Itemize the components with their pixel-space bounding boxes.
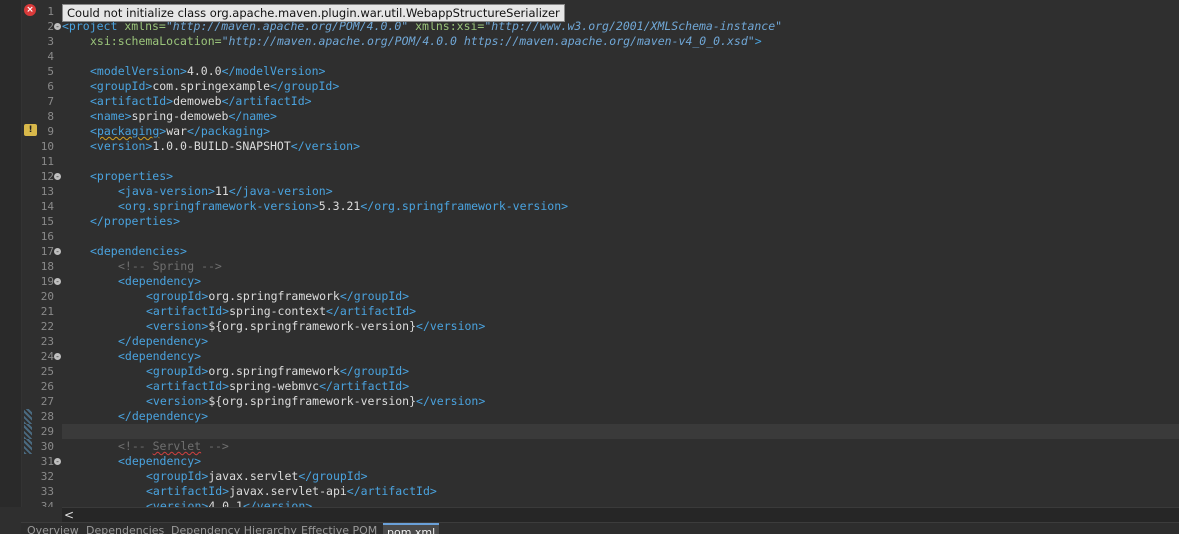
code-line: <version>4.0.1</version>	[146, 499, 313, 507]
line-number: 6	[47, 80, 54, 93]
line-number: 12-	[40, 170, 61, 183]
code-line: <version>${org.springframework-version}<…	[146, 319, 486, 333]
fold-icon[interactable]: -	[54, 278, 61, 286]
line-number: 30	[40, 440, 54, 453]
line-number: 24-	[40, 350, 61, 363]
fold-icon[interactable]: -	[54, 23, 61, 31]
line-number: 31-	[40, 455, 61, 468]
code-line: <groupId>org.springframework</groupId>	[146, 289, 410, 303]
code-line: <groupId>javax.servlet</groupId>	[146, 469, 368, 483]
code-line: <groupId>org.springframework</groupId>	[146, 364, 410, 378]
error-tooltip: Could not initialize class org.apache.ma…	[62, 4, 565, 22]
editor-tab-bar: Overview Dependencies Dependency Hierarc…	[21, 522, 1179, 534]
line-number: 13	[40, 185, 54, 198]
fold-icon[interactable]: -	[54, 458, 61, 466]
code-line: <dependencies>	[90, 244, 187, 258]
line-number: 17-	[40, 245, 61, 258]
code-line: <dependency>	[118, 349, 202, 363]
line-number: 2-	[47, 20, 61, 33]
line-number: 27	[40, 395, 54, 408]
tab-pom-xml[interactable]: pom.xml	[383, 523, 440, 534]
code-line: <org.springframework-version>5.3.21</org…	[118, 199, 569, 213]
line-number: 23	[40, 335, 54, 348]
line-number: 25	[40, 365, 54, 378]
line-number: 16	[40, 230, 54, 243]
line-number: 20	[40, 290, 54, 303]
code-line: </dependency>	[118, 409, 209, 423]
line-number: 26	[40, 380, 54, 393]
line-number: 1	[47, 5, 54, 18]
line-number: 18	[40, 260, 54, 273]
line-number: 8	[47, 110, 54, 123]
fold-icon[interactable]: -	[54, 353, 61, 361]
code-line: <artifactId>demoweb</artifactId>	[90, 94, 312, 108]
fold-icon[interactable]: -	[54, 173, 61, 181]
line-number: 3	[47, 35, 54, 48]
code-line: <artifactId>spring-webmvc</artifactId>	[146, 379, 410, 393]
line-number: 9	[47, 125, 54, 138]
line-number: 10	[40, 140, 54, 153]
line-number: 32	[40, 470, 54, 483]
left-arrow-icon[interactable]: <	[64, 508, 74, 523]
code-line: <dependency>	[118, 274, 202, 288]
code-line: <packaging>war</packaging>	[90, 124, 271, 138]
line-number: 4	[47, 50, 54, 63]
code-line: <version>1.0.0-BUILD-SNAPSHOT</version>	[90, 139, 361, 153]
code-line: <groupId>com.springexample</groupId>	[90, 79, 340, 93]
code-line: <java-version>11</java-version>	[118, 184, 333, 198]
line-number: 29	[40, 425, 54, 438]
line-number: 33	[40, 485, 54, 498]
code-line: <modelVersion>4.0.0</modelVersion>	[90, 64, 326, 78]
current-line	[62, 424, 1179, 439]
spelling-squiggle: Servlet	[152, 439, 202, 453]
line-number: 19-	[40, 275, 61, 288]
overview-ruler	[0, 0, 22, 507]
code-line: <artifactId>javax.servlet-api</artifactI…	[146, 484, 437, 498]
line-number-gutter: × ! 1 2- 3 4 5 6 7 8 9 10 11 12- 13 14 1…	[22, 0, 62, 507]
tab-dependency-hierarchy[interactable]: Dependency Hierarchy	[171, 523, 297, 534]
code-line: <name>spring-demoweb</name>	[90, 109, 277, 123]
warning-squiggle: packaging	[96, 124, 160, 138]
tab-dependencies[interactable]: Dependencies	[86, 523, 164, 534]
code-line: <!-- Spring -->	[118, 259, 222, 273]
line-number: 15	[40, 215, 54, 228]
line-number: 7	[47, 95, 54, 108]
line-number: 34	[40, 500, 54, 507]
line-number: 28	[40, 410, 54, 423]
code-line: <properties>	[90, 169, 174, 183]
line-number: 11	[40, 155, 54, 168]
code-line: <dependency>	[118, 454, 202, 468]
tab-overview[interactable]: Overview	[27, 523, 79, 534]
tab-effective-pom[interactable]: Effective POM	[301, 523, 377, 534]
code-line: <!-- Servlet -->	[118, 439, 229, 453]
code-line: <version>${org.springframework-version}<…	[146, 394, 486, 408]
line-number: 21	[40, 305, 54, 318]
horizontal-scrollbar[interactable]: <	[62, 507, 1179, 523]
xml-editor[interactable]: × ! 1 2- 3 4 5 6 7 8 9 10 11 12- 13 14 1…	[0, 0, 1179, 507]
code-area[interactable]: <project xmlns="http://maven.apache.org/…	[62, 0, 1179, 507]
fold-icon[interactable]: -	[54, 248, 61, 256]
code-line: </dependency>	[118, 334, 209, 348]
line-number: 5	[47, 65, 54, 78]
code-line: </properties>	[90, 214, 181, 228]
line-number: 14	[40, 200, 54, 213]
code-line: <artifactId>spring-context</artifactId>	[146, 304, 417, 318]
code-line: xsi:schemaLocation="http://maven.apache.…	[90, 34, 762, 48]
line-number: 22	[40, 320, 54, 333]
